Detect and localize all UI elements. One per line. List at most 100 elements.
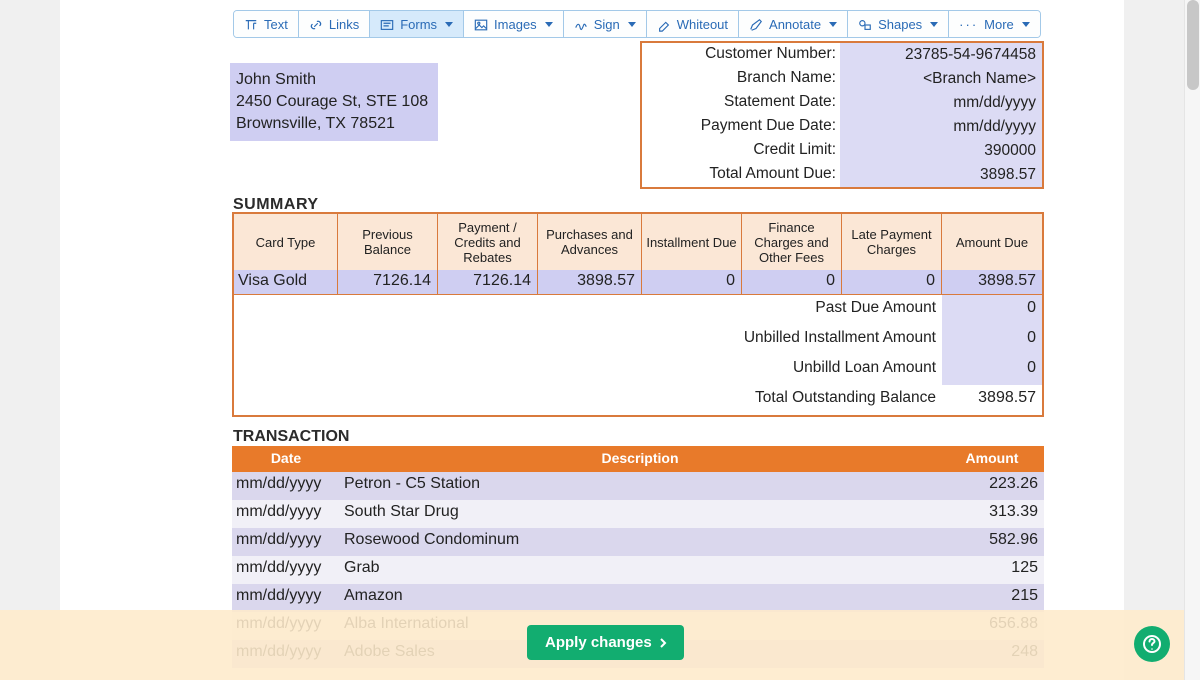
transaction-row[interactable]: mm/dd/yyyyRosewood Condominum582.96 [232,528,1044,556]
cell-description[interactable]: Grab [340,556,940,584]
value-unbilled-ln[interactable]: 0 [942,355,1042,385]
image-icon [474,18,488,32]
more-icon: ··· [959,17,978,32]
apply-changes-label: Apply changes [545,634,652,651]
whiteout-icon [657,18,671,32]
tool-sign[interactable]: Sign [564,11,647,37]
transaction-row[interactable]: mm/dd/yyyySouth Star Drug313.39 [232,500,1044,528]
cell-description[interactable]: Amazon [340,584,940,612]
help-icon [1142,634,1162,654]
label-total-due: Total Amount Due: [642,163,840,187]
text-icon [244,18,258,32]
sign-icon [574,18,588,32]
cell-installment[interactable]: 0 [642,270,742,294]
customer-name: John Smith [236,69,428,91]
value-payment-due[interactable]: mm/dd/yyyy [840,115,1042,139]
cell-late[interactable]: 0 [842,270,942,294]
annotate-icon [749,18,763,32]
hdr-prev-balance: Previous Balance [338,214,438,270]
tool-links[interactable]: Links [299,11,370,37]
tool-images-label: Images [494,17,537,32]
value-credit-limit[interactable]: 390000 [840,139,1042,163]
cell-date[interactable]: mm/dd/yyyy [232,472,340,500]
tool-annotate[interactable]: Annotate [739,11,848,37]
hdr-late-payment: Late Payment Charges [842,214,942,270]
tool-images[interactable]: Images [464,11,564,37]
value-total-out[interactable]: 3898.57 [942,385,1042,415]
help-button[interactable] [1134,626,1170,662]
cell-date[interactable]: mm/dd/yyyy [232,556,340,584]
cell-description[interactable]: Petron - C5 Station [340,472,940,500]
cell-description[interactable]: Rosewood Condominum [340,528,940,556]
value-unbilled[interactable]: 0 [942,325,1042,355]
tool-forms[interactable]: Forms [370,11,464,37]
cell-amount[interactable]: 215 [940,584,1044,612]
hdr-payment-credits: Payment / Credits and Rebates [438,214,538,270]
hdr-date: Date [232,446,340,472]
viewport: Text Links Forms Images Sign [0,0,1200,680]
transaction-row[interactable]: mm/dd/yyyyAmazon215 [232,584,1044,612]
value-total-due[interactable]: 3898.57 [840,163,1042,187]
apply-changes-button[interactable]: Apply changes [527,625,684,660]
label-unbilled: Unbilled Installment Amount [744,325,942,355]
tool-whiteout-label: Whiteout [677,17,728,32]
cell-description[interactable]: South Star Drug [340,500,940,528]
chevron-down-icon [1022,22,1030,27]
cell-purchases[interactable]: 3898.57 [538,270,642,294]
value-past-due[interactable]: 0 [942,295,1042,325]
summary-table: Card Type Previous Balance Payment / Cre… [232,212,1044,417]
label-customer-number: Customer Number: [642,43,840,67]
cell-amount[interactable]: 223.26 [940,472,1044,500]
tool-whiteout[interactable]: Whiteout [647,11,739,37]
cell-date[interactable]: mm/dd/yyyy [232,500,340,528]
forms-icon [380,18,394,32]
cell-prev-balance[interactable]: 7126.14 [338,270,438,294]
chevron-down-icon [445,22,453,27]
cell-amount[interactable]: 125 [940,556,1044,584]
chevron-down-icon [930,22,938,27]
tool-annotate-label: Annotate [769,17,821,32]
tool-links-label: Links [329,17,359,32]
hdr-amount-due: Amount Due [942,214,1042,270]
cell-finance[interactable]: 0 [742,270,842,294]
hdr-description: Description [340,446,940,472]
transaction-row[interactable]: mm/dd/yyyyPetron - C5 Station223.26 [232,472,1044,500]
cell-amount[interactable]: 313.39 [940,500,1044,528]
hdr-finance: Finance Charges and Other Fees [742,214,842,270]
shapes-icon [858,18,872,32]
value-branch-name[interactable]: <Branch Name> [840,67,1042,91]
label-total-out: Total Outstanding Balance [755,385,942,415]
value-statement-date[interactable]: mm/dd/yyyy [840,91,1042,115]
hdr-amount: Amount [940,446,1044,472]
tool-sign-label: Sign [594,17,620,32]
label-credit-limit: Credit Limit: [642,139,840,163]
tool-text-label: Text [264,17,288,32]
vertical-scrollbar[interactable] [1184,0,1200,680]
customer-address-block[interactable]: John Smith 2450 Courage St, STE 108 Brow… [230,63,438,141]
scroll-thumb[interactable] [1187,0,1199,90]
value-customer-number[interactable]: 23785-54-9674458 [840,43,1042,67]
tool-more[interactable]: ··· More [949,11,1040,37]
customer-addr1: 2450 Courage St, STE 108 [236,91,428,113]
link-icon [309,18,323,32]
cell-date[interactable]: mm/dd/yyyy [232,584,340,612]
chevron-right-icon [658,637,668,649]
transaction-row[interactable]: mm/dd/yyyyGrab125 [232,556,1044,584]
transaction-title: TRANSACTION [233,428,349,446]
tool-shapes-label: Shapes [878,17,922,32]
editor-toolbar: Text Links Forms Images Sign [233,10,1041,38]
cell-amount-due[interactable]: 3898.57 [942,270,1042,294]
tool-shapes[interactable]: Shapes [848,11,949,37]
cell-card-type[interactable]: Visa Gold [234,270,338,294]
cell-amount[interactable]: 582.96 [940,528,1044,556]
cell-pay-credits[interactable]: 7126.14 [438,270,538,294]
apply-changes-bar: Apply changes [0,610,1184,680]
cell-date[interactable]: mm/dd/yyyy [232,528,340,556]
customer-addr2: Brownsville, TX 78521 [236,113,428,135]
label-unbilled-ln: Unbilld Loan Amount [793,355,942,385]
label-payment-due: Payment Due Date: [642,115,840,139]
tool-text[interactable]: Text [234,11,299,37]
tool-more-label: More [984,17,1014,32]
hdr-installment: Installment Due [642,214,742,270]
label-past-due: Past Due Amount [815,295,942,325]
